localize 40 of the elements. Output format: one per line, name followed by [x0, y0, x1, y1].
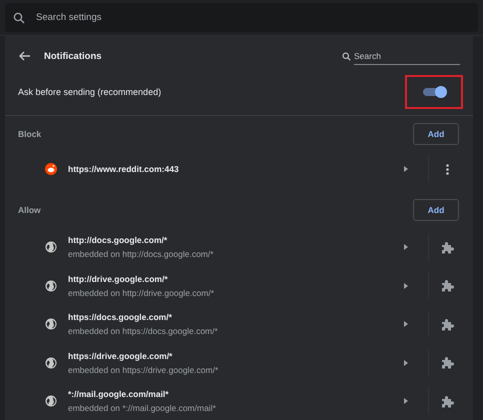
site-subtitle: embedded on http://docs.google.com/* [68, 249, 215, 260]
site-url: *://mail.google.com/mail* [68, 389, 170, 400]
globe-icon [45, 356, 57, 369]
globe-icon [45, 241, 57, 254]
expand-arrow-icon[interactable] [404, 321, 408, 328]
site-url: http://docs.google.com/* [68, 235, 168, 246]
more-icon[interactable] [446, 164, 448, 174]
page-search-field[interactable]: Search [354, 48, 460, 64]
expand-arrow-icon[interactable] [404, 166, 408, 172]
puzzle-piece-icon[interactable] [440, 394, 454, 408]
site-subtitle: embedded on https://docs.google.com/* [68, 326, 219, 336]
site-url: https://docs.google.com/* [68, 312, 173, 322]
site-subtitle: embedded on https://drive.google.com/* [68, 364, 220, 375]
globe-icon [45, 280, 57, 292]
toggle-switch[interactable] [423, 88, 445, 96]
puzzle-piece-icon[interactable] [440, 240, 454, 254]
search-icon [342, 52, 351, 60]
site-subtitle: embedded on http://drive.google.com/* [68, 288, 216, 298]
section-label: Block [18, 129, 42, 139]
setting-label: Ask before sending (recommended) [18, 87, 162, 97]
page-title: Notifications [44, 50, 102, 62]
site-subtitle: embedded on *://mail.google.com/mail* [68, 403, 217, 414]
site-url: https://drive.google.com/* [68, 350, 174, 361]
add-button[interactable]: Add [413, 123, 459, 145]
back-arrow-icon[interactable] [19, 51, 31, 61]
expand-arrow-icon[interactable] [404, 398, 408, 404]
site-favicon-icon [45, 163, 57, 175]
expand-arrow-icon[interactable] [404, 360, 408, 366]
globe-icon [45, 395, 57, 408]
puzzle-piece-icon[interactable] [440, 279, 454, 292]
puzzle-piece-icon[interactable] [440, 356, 454, 370]
site-url: https://www.reddit.com:443 [68, 164, 180, 174]
add-button[interactable]: Add [413, 199, 459, 221]
puzzle-piece-icon[interactable] [440, 318, 454, 331]
site-url: http://drive.google.com/* [68, 274, 169, 284]
expand-arrow-icon[interactable] [404, 282, 408, 289]
search-icon [13, 12, 25, 24]
section-label: Allow [18, 205, 41, 215]
expand-arrow-icon[interactable] [404, 244, 408, 250]
globe-icon [45, 318, 57, 330]
